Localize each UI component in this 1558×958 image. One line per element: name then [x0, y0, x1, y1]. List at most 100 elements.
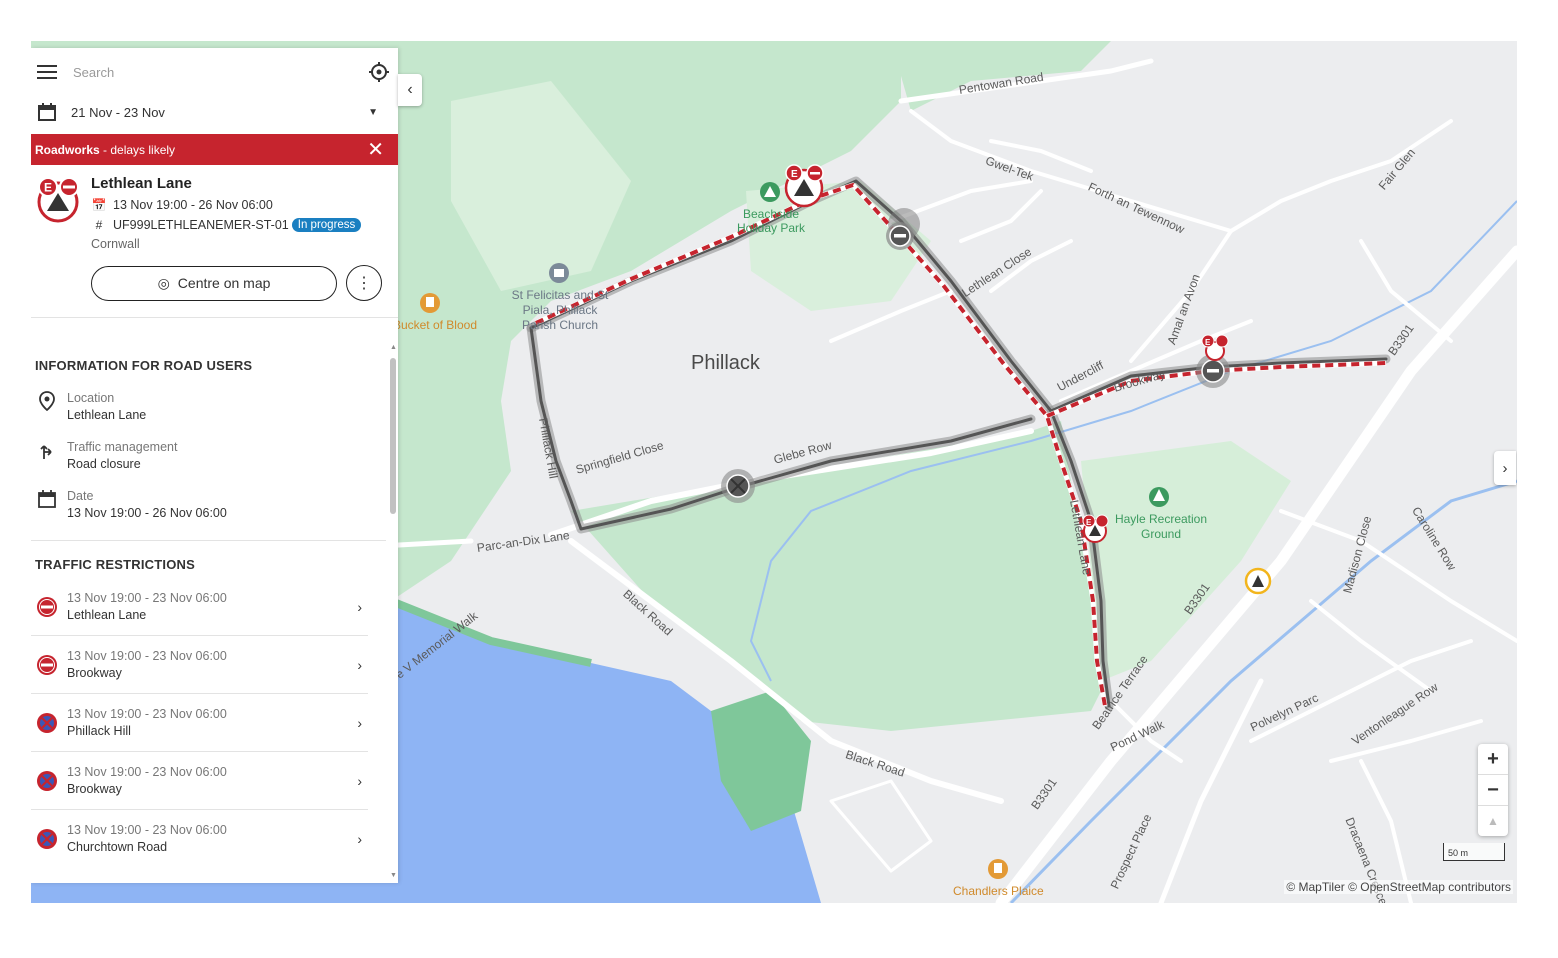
info-value: 13 Nov 19:00 - 26 Nov 06:00 [67, 506, 227, 520]
svg-text:E: E [44, 181, 52, 195]
restriction-road: Phillack Hill [67, 724, 131, 738]
svg-text:E: E [1086, 518, 1092, 527]
no-stopping-icon [37, 828, 57, 849]
search-bar [31, 48, 398, 96]
chevron-right-icon: › [357, 598, 362, 615]
restriction-item[interactable]: 13 Nov 19:00 - 23 Nov 06:00 Brookway › [31, 752, 368, 810]
info-item-location: Location Lethlean Lane [31, 373, 398, 422]
no-entry-icon [37, 654, 57, 675]
campsite-icon[interactable] [760, 182, 780, 202]
no-entry-icon [37, 596, 57, 617]
date-filter[interactable]: 21 Nov - 23 Nov ▼ [31, 96, 398, 128]
location-pin-icon [39, 391, 55, 412]
restriction-dates: 13 Nov 19:00 - 23 Nov 06:00 [67, 823, 227, 837]
search-input[interactable] [71, 63, 368, 81]
hash-icon: # [95, 218, 103, 232]
chevron-right-icon: › [1502, 459, 1508, 477]
chevron-right-icon: › [357, 830, 362, 847]
event-dates: 13 Nov 19:00 - 26 Nov 06:00 [113, 198, 273, 212]
poi-label: Bucket of Blood [397, 318, 477, 332]
poi-label: Beachside Holiday Park [736, 207, 806, 235]
restriction-item[interactable]: 13 Nov 19:00 - 23 Nov 06:00 Brookway › [31, 636, 368, 694]
menu-icon[interactable] [37, 65, 57, 79]
caret-down-icon[interactable]: ▼ [368, 107, 378, 118]
restriction-item[interactable]: 13 Nov 19:00 - 23 Nov 06:00 Lethlean Lane… [31, 578, 368, 636]
church-icon[interactable] [549, 263, 569, 283]
restriction-road: Lethlean Lane [67, 608, 147, 622]
status-badge: In progress [291, 218, 362, 232]
poi-label: Hayle Recreation Ground [1114, 512, 1208, 541]
restriction-road: Brookway [67, 782, 122, 796]
chevron-right-icon: › [357, 714, 362, 731]
more-options-button[interactable]: ⋮ [346, 265, 382, 301]
no-stopping-icon [37, 712, 57, 733]
close-icon[interactable]: ✕ [367, 140, 384, 160]
event-area: Cornwall [91, 237, 140, 251]
scroll-up-icon[interactable]: ▲ [390, 344, 397, 351]
centre-on-map-label: Centre on map [177, 275, 271, 291]
restrictions-list: 13 Nov 19:00 - 23 Nov 06:00 Lethlean Lane… [31, 578, 398, 867]
zoom-out-button[interactable]: − [1478, 775, 1508, 806]
restriction-item[interactable]: 13 Nov 19:00 - 23 Nov 06:00 Phillack Hill… [31, 694, 368, 752]
event-title: Lethlean Lane [91, 175, 192, 192]
restriction-road: Brookway [67, 666, 122, 680]
info-label: Location [67, 391, 115, 405]
info-label: Traffic management [67, 440, 178, 454]
event-actions: ◎ Centre on map ⋮ [31, 251, 398, 301]
date-filter-value: 21 Nov - 23 Nov [71, 104, 165, 120]
roadworks-marker[interactable]: E [784, 164, 824, 208]
scale-bar: 50 m [1443, 843, 1505, 861]
place-label: Phillack [691, 352, 760, 374]
side-panel: 21 Nov - 23 Nov ▼ Roadworks - delays lik… [31, 48, 398, 883]
app-frame: E E E Phillack Pentowan Road Gwel-Tek Fo… [31, 41, 1517, 903]
roadworks-alert-banner: Roadworks - delays likely ✕ [31, 134, 398, 165]
pub-icon[interactable] [420, 293, 440, 313]
scroll-down-icon[interactable]: ▼ [390, 872, 397, 879]
detail-scroll-area[interactable]: INFORMATION FOR ROAD USERS Location Lethl… [31, 342, 398, 883]
restrictions-section-title: TRAFFIC RESTRICTIONS [35, 557, 195, 572]
divider [31, 317, 398, 318]
target-icon: ◎ [157, 274, 170, 291]
restriction-dates: 13 Nov 19:00 - 23 Nov 06:00 [67, 707, 227, 721]
event-reference: UF999LETHLEANEMER-ST-01 [113, 218, 289, 232]
info-label: Date [67, 489, 94, 503]
poi-label: St Felicitas and St Piala, Phillack Pari… [511, 288, 609, 332]
no-stopping-icon [37, 770, 57, 791]
locate-me-icon[interactable] [368, 61, 390, 83]
restriction-marker[interactable] [721, 469, 755, 503]
zoom-control: + − ▲ [1478, 744, 1508, 836]
park-icon[interactable] [1149, 487, 1169, 507]
info-item-date: Date 13 Nov 19:00 - 26 Nov 06:00 [31, 471, 398, 520]
info-value: Lethlean Lane [67, 408, 147, 422]
zoom-in-button[interactable]: + [1478, 744, 1508, 775]
restriction-dates: 13 Nov 19:00 - 23 Nov 06:00 [67, 591, 227, 605]
info-section-title: INFORMATION FOR ROAD USERS [35, 358, 253, 373]
map-attribution[interactable]: © MapTiler © OpenStreetMap contributors [1284, 880, 1513, 894]
chevron-left-icon: ‹ [407, 81, 413, 98]
chevron-right-icon: › [357, 656, 362, 673]
scrollbar[interactable]: ▲ ▼ [390, 344, 397, 879]
expand-right-panel-button[interactable]: › [1494, 451, 1516, 485]
restriction-road: Churchtown Road [67, 840, 168, 854]
scrollbar-thumb[interactable] [390, 358, 396, 514]
restaurant-icon[interactable] [988, 859, 1008, 879]
info-item-traffic-management: Traffic management Road closure [31, 422, 398, 471]
roadworks-marker-planned[interactable] [1244, 567, 1272, 595]
info-value: Road closure [67, 457, 141, 471]
compass-button[interactable]: ▲ [1478, 806, 1508, 836]
event-detail: E Lethlean Lane 📅 13 Nov 19:00 - 26 Nov 0… [31, 165, 398, 251]
collapse-panel-button[interactable]: ‹ [398, 74, 422, 106]
restriction-dates: 13 Nov 19:00 - 23 Nov 06:00 [67, 765, 227, 779]
alert-text: - delays likely [99, 142, 176, 157]
svg-text:E: E [1205, 338, 1211, 347]
calendar-icon: 📅 [91, 198, 107, 212]
poi-label: Chandlers Plaice [953, 884, 1044, 898]
chevron-right-icon: › [357, 772, 362, 789]
centre-on-map-button[interactable]: ◎ Centre on map [91, 265, 337, 301]
restriction-item[interactable]: 13 Nov 19:00 - 23 Nov 06:00 Churchtown Ro… [31, 810, 368, 867]
calendar-icon [38, 103, 56, 121]
roadworks-closure-icon: E [37, 177, 79, 223]
alert-type: Roadworks [35, 142, 100, 157]
more-vertical-icon: ⋮ [356, 275, 372, 292]
svg-text:E: E [791, 169, 798, 180]
